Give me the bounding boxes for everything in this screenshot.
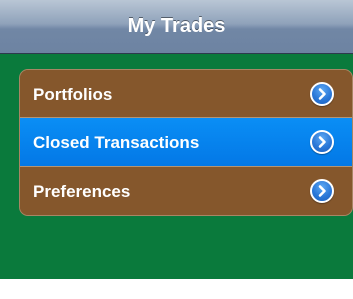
menu-item-portfolios[interactable]: Portfolios <box>20 70 352 118</box>
menu-item-label: Closed Transactions <box>33 133 200 152</box>
navigation-bar: My Trades <box>0 0 353 54</box>
chevron-right-circle-icon[interactable] <box>310 130 334 154</box>
menu-item-closed-transactions[interactable]: Closed Transactions <box>20 118 352 167</box>
menu-item-label: Portfolios <box>33 85 113 104</box>
chevron-right-circle-icon[interactable] <box>310 82 334 106</box>
menu-list: Portfolios Closed Transactions Preferenc… <box>19 69 353 216</box>
app-screen: My Trades Portfolios Closed Transactions… <box>0 0 353 279</box>
page-title: My Trades <box>127 15 226 37</box>
menu-item-preferences[interactable]: Preferences <box>20 167 352 215</box>
chevron-right-circle-icon[interactable] <box>310 179 334 203</box>
menu-item-label: Preferences <box>33 182 131 201</box>
